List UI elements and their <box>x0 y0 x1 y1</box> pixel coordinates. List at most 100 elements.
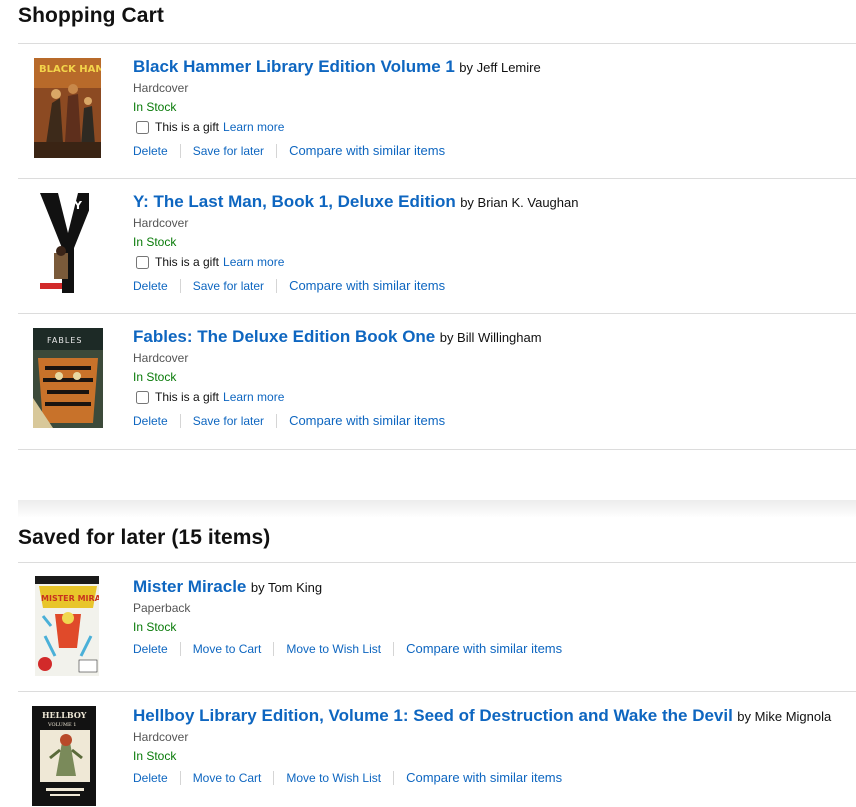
cover-volume: VOLUME 1 <box>47 722 76 728</box>
item-format: Hardcover <box>133 81 189 95</box>
compare-link[interactable]: Compare with similar items <box>289 141 445 161</box>
item-author: by Mike Mignola <box>737 709 832 724</box>
item-info: Fables: The Deluxe Edition Book One by B… <box>133 326 856 431</box>
learn-more-link[interactable]: Learn more <box>223 387 284 407</box>
item-title-line: Fables: The Deluxe Edition Book One by B… <box>133 326 856 349</box>
compare-link[interactable]: Compare with similar items <box>406 768 562 788</box>
item-format: Hardcover <box>133 216 189 230</box>
action-separator <box>179 144 181 158</box>
action-separator <box>276 414 278 428</box>
book-cover-image[interactable]: HELLBOY VOLUME 1 <box>30 706 96 806</box>
gift-option: This is a gift Learn more <box>133 252 856 272</box>
item-title-line: Black Hammer Library Edition Volume 1 by… <box>133 56 856 79</box>
black-hammer-cover: BLACK HAMMER <box>34 58 101 158</box>
item-format: Paperback <box>133 601 191 615</box>
cover-title: FABLES <box>47 336 82 345</box>
compare-link[interactable]: Compare with similar items <box>289 276 445 296</box>
item-info: Mister Miracle by Tom King Paperback In … <box>133 576 856 659</box>
delete-link[interactable]: Delete <box>133 411 168 431</box>
delete-link[interactable]: Delete <box>133 276 168 296</box>
item-title-line: Y: The Last Man, Book 1, Deluxe Edition … <box>133 191 856 214</box>
gift-checkbox[interactable] <box>136 390 149 404</box>
stock-status: In Stock <box>133 100 177 114</box>
action-separator <box>276 279 278 293</box>
item-title-link[interactable]: Hellboy Library Edition, Volume 1: Seed … <box>133 706 733 725</box>
fables-cover: FABLES <box>33 328 103 428</box>
book-cover-image[interactable]: BLACK HAMMER <box>33 58 101 158</box>
divider <box>18 691 856 692</box>
stock-status: In Stock <box>133 620 177 634</box>
item-actions: Delete Move to Cart Move to Wish List Co… <box>133 768 856 788</box>
stock-status: In Stock <box>133 749 177 763</box>
move-to-wish-list-link[interactable]: Move to Wish List <box>286 768 381 788</box>
action-separator <box>179 642 181 656</box>
item-format: Hardcover <box>133 351 189 365</box>
item-info: Hellboy Library Edition, Volume 1: Seed … <box>133 705 856 788</box>
item-title-link[interactable]: Black Hammer Library Edition Volume 1 <box>133 57 455 76</box>
item-actions: Delete Save for later Compare with simil… <box>133 276 856 296</box>
divider <box>18 449 856 450</box>
delete-link[interactable]: Delete <box>133 141 168 161</box>
saved-for-later-heading: Saved for later (15 items) <box>18 526 271 549</box>
cover-title: MISTER MIRACLE <box>41 594 99 603</box>
divider <box>18 43 856 44</box>
shopping-cart-heading: Shopping Cart <box>18 4 164 27</box>
item-title-line: Mister Miracle by Tom King <box>133 576 856 599</box>
learn-more-link[interactable]: Learn more <box>223 117 284 137</box>
item-author: by Tom King <box>250 580 323 595</box>
gift-label: This is a gift <box>155 390 220 404</box>
item-title-link[interactable]: Y: The Last Man, Book 1, Deluxe Edition <box>133 192 456 211</box>
save-for-later-link[interactable]: Save for later <box>193 141 264 161</box>
gift-checkbox[interactable] <box>136 255 149 269</box>
item-title-link[interactable]: Mister Miracle <box>133 577 246 596</box>
item-format: Hardcover <box>133 730 189 744</box>
action-separator <box>276 144 278 158</box>
book-cover-image[interactable]: MISTER MIRACLE <box>33 576 99 676</box>
move-to-cart-link[interactable]: Move to Cart <box>193 639 262 659</box>
action-separator <box>273 771 275 785</box>
delete-link[interactable]: Delete <box>133 768 168 788</box>
save-for-later-link[interactable]: Save for later <box>193 411 264 431</box>
item-actions: Delete Save for later Compare with simil… <box>133 411 856 431</box>
item-actions: Delete Move to Cart Move to Wish List Co… <box>133 639 856 659</box>
item-author: by Brian K. Vaughan <box>460 195 579 210</box>
y-last-man-cover: Y <box>40 193 89 293</box>
section-shadow <box>18 500 856 518</box>
item-author: by Bill Willingham <box>439 330 542 345</box>
gift-label: This is a gift <box>155 255 220 269</box>
gift-option: This is a gift Learn more <box>133 387 856 407</box>
item-info: Black Hammer Library Edition Volume 1 by… <box>133 56 856 161</box>
gift-checkbox[interactable] <box>136 120 149 134</box>
book-cover-image[interactable]: FABLES <box>33 328 103 428</box>
book-cover-image[interactable]: Y <box>33 193 89 293</box>
delete-link[interactable]: Delete <box>133 639 168 659</box>
action-separator <box>273 642 275 656</box>
gift-label: This is a gift <box>155 120 220 134</box>
cover-title: Y <box>73 199 83 212</box>
move-to-cart-link[interactable]: Move to Cart <box>193 768 262 788</box>
action-separator <box>179 414 181 428</box>
item-title-link[interactable]: Fables: The Deluxe Edition Book One <box>133 327 435 346</box>
compare-link[interactable]: Compare with similar items <box>289 411 445 431</box>
divider <box>18 562 856 563</box>
stock-status: In Stock <box>133 370 177 384</box>
stock-status: In Stock <box>133 235 177 249</box>
compare-link[interactable]: Compare with similar items <box>406 639 562 659</box>
action-separator <box>393 642 395 656</box>
action-separator <box>179 279 181 293</box>
move-to-wish-list-link[interactable]: Move to Wish List <box>286 639 381 659</box>
save-for-later-link[interactable]: Save for later <box>193 276 264 296</box>
item-author: by Jeff Lemire <box>459 60 541 75</box>
hellboy-cover: HELLBOY VOLUME 1 <box>32 706 96 806</box>
learn-more-link[interactable]: Learn more <box>223 252 284 272</box>
mister-miracle-cover: MISTER MIRACLE <box>35 576 99 676</box>
cart-page: Shopping Cart BLACK HAMMER Black Hammer … <box>18 0 856 807</box>
item-title-line: Hellboy Library Edition, Volume 1: Seed … <box>133 705 856 728</box>
cover-title: BLACK HAMMER <box>39 64 101 75</box>
divider <box>18 178 856 179</box>
item-actions: Delete Save for later Compare with simil… <box>133 141 856 161</box>
gift-option: This is a gift Learn more <box>133 117 856 137</box>
item-info: Y: The Last Man, Book 1, Deluxe Edition … <box>133 191 856 296</box>
action-separator <box>393 771 395 785</box>
divider <box>18 313 856 314</box>
